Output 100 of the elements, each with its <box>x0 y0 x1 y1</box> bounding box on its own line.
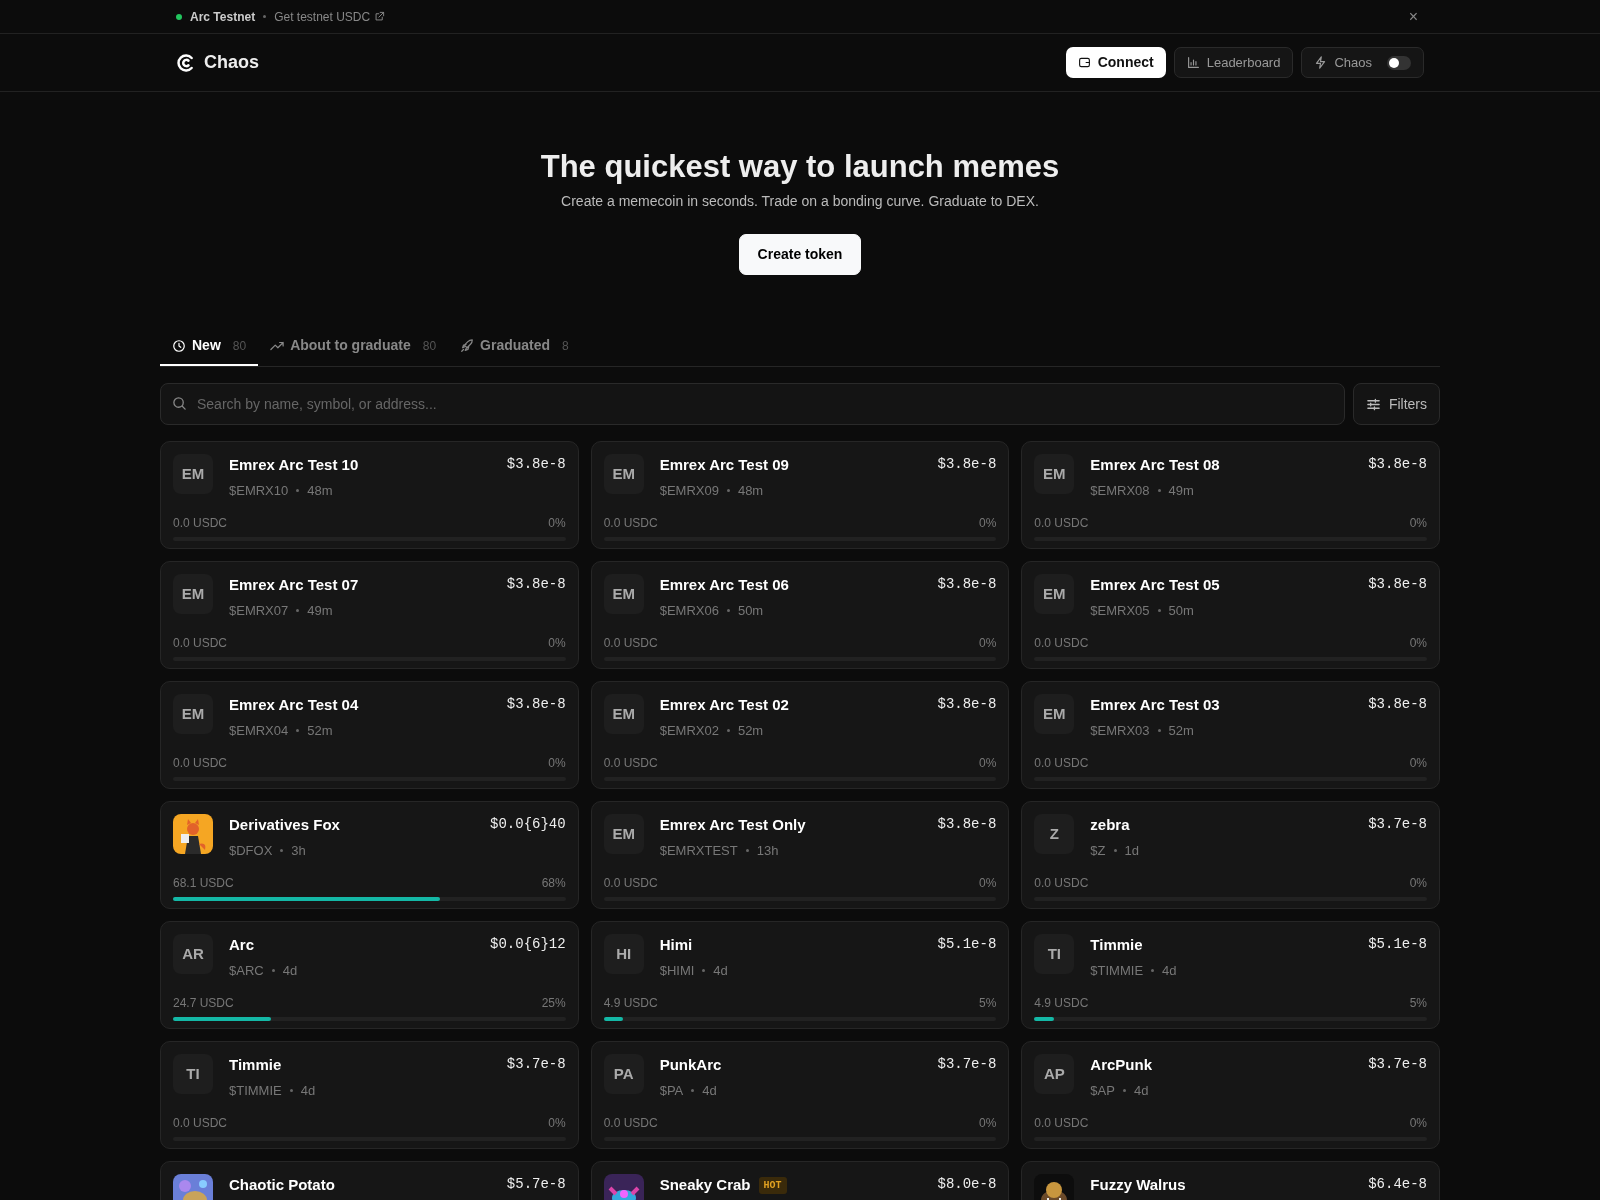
filters-button[interactable]: Filters <box>1352 383 1440 426</box>
token-ticker: $DFOX <box>229 841 273 860</box>
tab[interactable]: New 80 <box>160 327 259 367</box>
progress-percent: 0% <box>979 1115 997 1133</box>
token-card[interactable]: EM Emrex Arc Test 02 $EMRX02 52m $3.8e-8 0.0 USDC 0% <box>590 681 1010 790</box>
token-name: Emrex Arc Test 02 <box>659 695 789 716</box>
token-avatar: EM <box>1034 694 1075 735</box>
network-label: Arc Testnet <box>190 8 256 26</box>
token-price: $3.8e-8 <box>1368 575 1427 595</box>
separator-dot <box>726 488 730 492</box>
close-button[interactable]: × <box>1402 3 1424 30</box>
external-link-icon <box>374 11 386 22</box>
token-card[interactable]: Sneaky Crab HOT $8.0e-8 <box>590 1161 1010 1200</box>
token-ticker: $HIMI <box>659 961 695 980</box>
token-card[interactable]: TI Timmie $TIMMIE 4d $5.1e-8 4.9 USDC 5% <box>1021 921 1440 1030</box>
mode-toggle[interactable]: Chaos <box>1301 46 1424 79</box>
leaderboard-button[interactable]: Leaderboard <box>1173 46 1294 79</box>
progress-percent: 0% <box>979 635 997 653</box>
token-avatar: TI <box>1034 934 1075 975</box>
token-age: 48m <box>307 481 333 500</box>
token-card[interactable]: EM Emrex Arc Test 05 $EMRX05 50m $3.8e-8 0.0 USDC 0% <box>1021 561 1440 670</box>
token-card[interactable]: EM Emrex Arc Test 10 $EMRX10 48m $3.8e-8 0.0 USDC 0% <box>160 441 579 550</box>
clock-icon <box>172 338 186 353</box>
separator-dot <box>745 848 749 852</box>
token-age: 49m <box>1168 481 1194 500</box>
token-name: Emrex Arc Test 09 <box>659 455 789 476</box>
token-price: $0.0{6}40 <box>490 815 566 835</box>
separator-dot <box>1157 608 1161 612</box>
token-card[interactable]: EM Emrex Arc Test 04 $EMRX04 52m $3.8e-8 0.0 USDC 0% <box>160 681 579 790</box>
token-avatar: EM <box>1034 454 1075 495</box>
token-price: $3.8e-8 <box>937 575 997 595</box>
token-card[interactable]: AR Arc $ARC 4d $0.0{6}12 24.7 USDC 25% <box>160 921 579 1030</box>
token-card[interactable]: HI Himi $HIMI 4d $5.1e-8 4.9 USDC 5% <box>590 921 1010 1030</box>
bar-chart-icon <box>1186 56 1200 69</box>
token-card[interactable]: Z zebra $Z 1d $3.7e-8 0.0 USDC 0% <box>1021 801 1440 910</box>
token-ticker: $EMRX09 <box>659 481 719 500</box>
raised-amount: 0.0 USDC <box>603 635 658 653</box>
token-price: $5.7e-8 <box>506 1175 566 1195</box>
progress-percent: 0% <box>979 515 997 533</box>
progress-percent: 0% <box>1409 1115 1427 1133</box>
token-card[interactable]: EM Emrex Arc Test 08 $EMRX08 49m $3.8e-8 0.0 USDC 0% <box>1021 441 1440 550</box>
search-icon <box>172 396 187 412</box>
connect-button[interactable]: Connect <box>1065 46 1166 79</box>
token-card[interactable]: Fuzzy Walrus $6.4e-8 <box>1021 1161 1440 1200</box>
create-token-button[interactable]: Create token <box>738 234 862 276</box>
search-field[interactable]: Search by name, symbol, or address... <box>160 383 1345 426</box>
token-avatar: AR <box>173 934 213 975</box>
token-card[interactable]: EM Emrex Arc Test 03 $EMRX03 52m $3.8e-8 0.0 USDC 0% <box>1021 681 1440 790</box>
progress-percent: 5% <box>979 995 997 1013</box>
separator-dot <box>691 1088 695 1092</box>
token-age: 50m <box>1168 601 1194 620</box>
token-name: Emrex Arc Test 04 <box>229 695 359 716</box>
token-price: $3.8e-8 <box>1368 455 1427 475</box>
token-ticker: $EMRXTEST <box>659 841 738 860</box>
separator-dot <box>702 968 706 972</box>
token-name: Timmie <box>1090 935 1143 956</box>
sliders-icon <box>1365 396 1381 412</box>
token-age: 3h <box>291 841 306 860</box>
token-avatar: EM <box>173 574 213 615</box>
token-card[interactable]: EM Emrex Arc Test 07 $EMRX07 49m $3.8e-8 0.0 USDC 0% <box>160 561 579 670</box>
token-avatar: EM <box>603 574 644 615</box>
token-card[interactable]: EM Emrex Arc Test 06 $EMRX06 50m $3.8e-8 0.0 USDC 0% <box>590 561 1010 670</box>
testnet-link[interactable]: Get testnet USDC <box>274 7 371 26</box>
token-price: $3.8e-8 <box>506 455 566 475</box>
token-price: $3.8e-8 <box>506 695 566 715</box>
token-card[interactable]: Chaotic Potato $5.7e-8 <box>160 1161 579 1200</box>
token-card[interactable]: AP ArcPunk $AP 4d $3.7e-8 0.0 USDC 0% <box>1021 1041 1440 1150</box>
progress-percent: 0% <box>1409 875 1427 893</box>
separator-dot <box>289 1088 293 1092</box>
raised-amount: 0.0 USDC <box>173 515 228 533</box>
token-card[interactable]: Derivatives Fox $DFOX 3h $0.0{6}40 68.1 USDC 68% <box>160 801 579 910</box>
token-price: $3.7e-8 <box>1368 815 1427 835</box>
token-name: Emrex Arc Test 10 <box>229 455 359 476</box>
token-card[interactable]: EM Emrex Arc Test 09 $EMRX09 48m $3.8e-8 0.0 USDC 0% <box>590 441 1010 550</box>
token-ticker: $EMRX08 <box>1090 481 1150 500</box>
token-card[interactable]: TI Timmie $TIMMIE 4d $3.7e-8 0.0 USDC 0% <box>160 1041 579 1150</box>
token-age: 4d <box>1133 1081 1149 1100</box>
token-avatar: PA <box>603 1054 644 1095</box>
token-name: Emrex Arc Test 05 <box>1090 575 1220 596</box>
tab[interactable]: Graduated 8 <box>448 327 581 367</box>
token-avatar: TI <box>173 1054 213 1095</box>
token-price: $3.8e-8 <box>1368 695 1427 715</box>
token-age: 1d <box>1124 841 1139 860</box>
progress-percent: 0% <box>548 635 566 653</box>
token-card[interactable]: PA PunkArc $PA 4d $3.7e-8 0.0 USDC 0% <box>590 1041 1010 1150</box>
raised-amount: 0.0 USDC <box>603 875 658 893</box>
separator-dot <box>1122 1088 1126 1092</box>
separator-dot <box>1157 728 1161 732</box>
toggle-switch[interactable] <box>1387 55 1411 70</box>
token-name: Emrex Arc Test 03 <box>1090 695 1220 716</box>
token-age: 4d <box>282 961 298 980</box>
tab[interactable]: About to graduate 80 <box>258 327 449 367</box>
raised-amount: 0.0 USDC <box>603 515 658 533</box>
token-age: 13h <box>756 841 779 860</box>
token-avatar: Z <box>1034 814 1075 855</box>
token-avatar: EM <box>603 814 644 855</box>
token-card[interactable]: EM Emrex Arc Test Only $EMRXTEST 13h $3.8e-8 0.0 USDC 0% <box>590 801 1010 910</box>
progress-percent: 0% <box>979 755 997 773</box>
progress-percent: 0% <box>548 755 566 773</box>
raised-amount: 0.0 USDC <box>1034 515 1089 533</box>
